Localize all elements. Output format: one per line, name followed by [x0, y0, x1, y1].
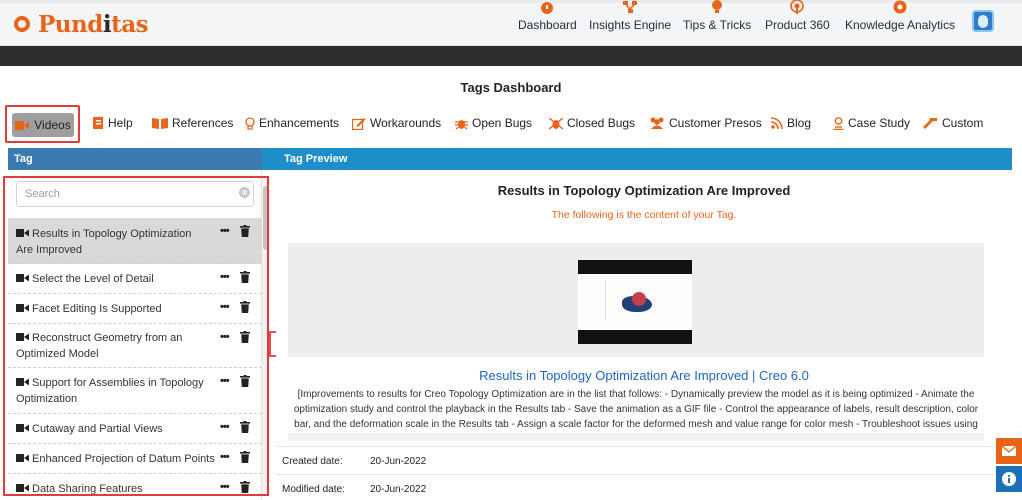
rss-icon: [771, 117, 783, 129]
lightbulb-icon: [712, 0, 723, 13]
nav-dashboard-label: Dashboard: [518, 18, 577, 32]
person-icon: [833, 116, 844, 130]
tab-custom[interactable]: Custom: [922, 116, 983, 130]
tab-help[interactable]: Help: [93, 116, 133, 130]
bulb-outline-icon: [245, 116, 255, 130]
tab-customer-presos-label: Customer Presos: [669, 116, 762, 130]
nav-tips-tricks[interactable]: Tips & Tricks: [683, 0, 751, 32]
info-button[interactable]: [996, 466, 1022, 492]
tab-closed-bugs-label: Closed Bugs: [567, 116, 636, 130]
users-icon: [650, 117, 664, 129]
analytics-icon: [893, 0, 907, 14]
created-date-row: Created date: 20-Jun-2022: [276, 446, 1012, 474]
nav-insights-engine[interactable]: Insights Engine: [589, 0, 671, 32]
tag-list-highlight-frame: [3, 176, 269, 496]
help-book-icon: [93, 117, 103, 129]
bug-crossed-icon: [549, 116, 563, 130]
logo-text: Punditas: [38, 10, 149, 38]
page-title: Tags Dashboard: [460, 80, 562, 95]
video-thumbnail[interactable]: [578, 260, 692, 344]
tab-videos[interactable]: Videos: [12, 113, 74, 137]
logo[interactable]: Punditas: [14, 10, 149, 38]
logo-mark-icon: [14, 16, 30, 32]
wrench-icon: [923, 118, 937, 129]
tab-videos-highlight: Videos: [5, 105, 80, 143]
network-icon: [623, 1, 638, 13]
tab-blog-label: Blog: [787, 116, 812, 130]
created-date-value: 20-Jun-2022: [370, 456, 427, 467]
broadcast-icon: [790, 0, 805, 14]
dashboard-icon: [541, 2, 554, 14]
tab-case-study[interactable]: Case Study: [833, 116, 910, 130]
preview-description: [Improvements to results for Creo Topolo…: [293, 389, 979, 430]
open-book-icon: [152, 118, 168, 129]
modified-date-row: Modified date: 20-Jun-2022: [276, 474, 1012, 500]
tag-type-tabs: Help References Enhancements Workarounds…: [0, 108, 1022, 142]
nav-product-360[interactable]: Product 360: [765, 0, 830, 32]
tab-customer-presos[interactable]: Customer Presos: [649, 116, 762, 130]
bug-icon: [455, 119, 468, 129]
modified-date-label: Modified date:: [282, 484, 345, 495]
tag-preview-header: Tag Preview: [284, 153, 348, 165]
tab-enhancements[interactable]: Enhancements: [245, 116, 339, 130]
user-avatar[interactable]: [972, 10, 994, 32]
modified-date-value: 20-Jun-2022: [370, 484, 427, 495]
tab-references-label: References: [172, 116, 234, 130]
nav-knowledge-analytics-label: Knowledge Analytics: [845, 18, 956, 32]
nav-dashboard[interactable]: Dashboard: [518, 0, 577, 32]
header-divider-band: [0, 46, 1022, 66]
video-camera-icon: [15, 120, 30, 130]
envelope-icon: [1001, 445, 1017, 456]
info-icon: [1002, 472, 1016, 486]
tab-blog[interactable]: Blog: [771, 116, 811, 130]
nav-insights-engine-label: Insights Engine: [589, 18, 672, 32]
preview-title: Results in Topology Optimization Are Imp…: [497, 183, 791, 198]
tab-open-bugs[interactable]: Open Bugs: [455, 116, 532, 130]
mail-button[interactable]: [996, 438, 1022, 464]
tag-column-header: Tag: [14, 153, 33, 165]
nav-tips-tricks-label: Tips & Tricks: [683, 18, 752, 32]
nav-product-360-label: Product 360: [765, 18, 830, 32]
edit-icon: [352, 117, 366, 130]
tab-custom-label: Custom: [942, 116, 984, 130]
tab-case-study-label: Case Study: [848, 116, 911, 130]
created-date-label: Created date:: [282, 456, 343, 467]
top-header: Punditas Dashboard Insights Engine Tips …: [0, 0, 1022, 46]
tab-workarounds-label: Workarounds: [370, 116, 442, 130]
tag-header-band: [8, 148, 262, 170]
tab-enhancements-label: Enhancements: [259, 116, 340, 130]
tab-help-label: Help: [108, 116, 133, 130]
preview-subtitle: The following is the content of your Tag…: [551, 209, 737, 221]
tab-closed-bugs[interactable]: Closed Bugs: [549, 116, 635, 130]
tab-workarounds[interactable]: Workarounds: [352, 116, 441, 130]
tab-videos-label: Videos: [34, 118, 71, 132]
tab-open-bugs-label: Open Bugs: [472, 116, 533, 130]
preview-horizontal-scrollbar[interactable]: [288, 433, 984, 441]
tab-references[interactable]: References: [152, 116, 233, 130]
preview-video-link[interactable]: Results in Topology Optimization Are Imp…: [276, 368, 1012, 383]
nav-knowledge-analytics[interactable]: Knowledge Analytics: [845, 0, 955, 32]
